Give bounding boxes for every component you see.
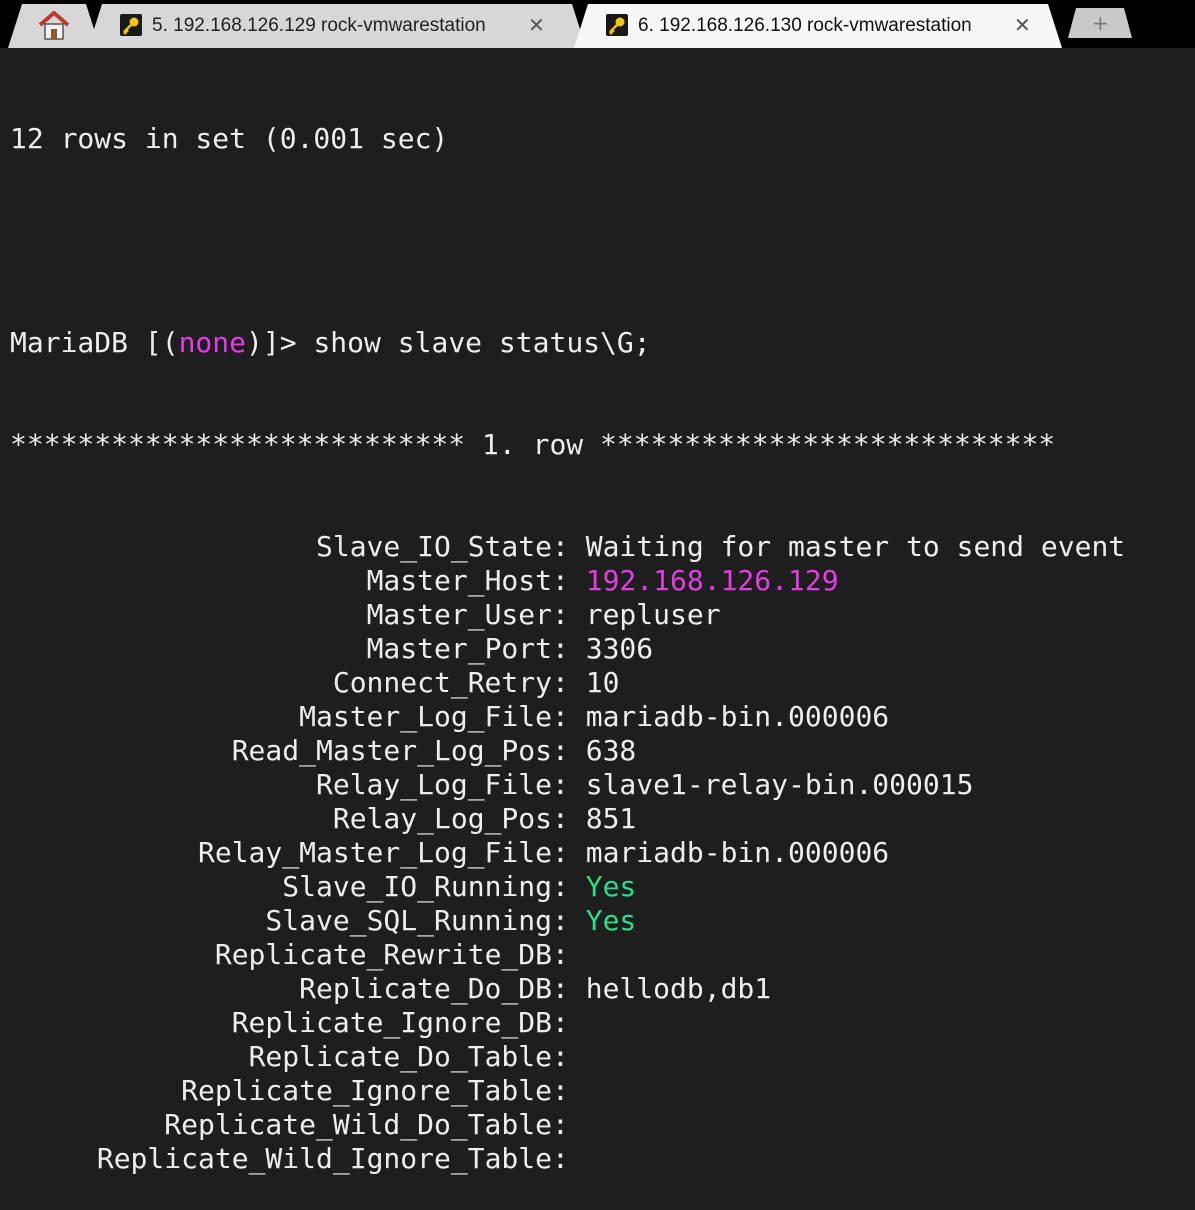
field-value: repluser bbox=[585, 598, 721, 631]
row-header: *************************** 1. row *****… bbox=[10, 428, 1056, 461]
field-separator: : bbox=[552, 1040, 586, 1073]
tab-label: 5. 192.168.126.129 rock-vmwarestation bbox=[152, 15, 486, 36]
tab-home[interactable] bbox=[8, 4, 100, 48]
field-name: Slave_IO_State bbox=[315, 530, 552, 563]
field-value: 3306 bbox=[585, 632, 654, 665]
field-value: slave1-relay-bin.000015 bbox=[585, 768, 974, 801]
status-field-row: Slave_IO_State: Waiting for master to se… bbox=[10, 530, 1125, 564]
field-value: mariadb-bin.000006 bbox=[585, 836, 890, 869]
field-separator: : bbox=[552, 972, 586, 1005]
field-name: Master_Host bbox=[366, 564, 552, 597]
close-icon[interactable]: ✕ bbox=[528, 12, 545, 38]
field-name: Relay_Log_Pos bbox=[332, 802, 552, 835]
field-value: Yes bbox=[585, 870, 637, 903]
status-field-row: Replicate_Rewrite_DB: bbox=[10, 938, 1125, 972]
status-field-row: Relay_Master_Log_File: mariadb-bin.00000… bbox=[10, 836, 1125, 870]
field-name: Relay_Master_Log_File bbox=[197, 836, 552, 869]
field-value: 10 bbox=[585, 666, 620, 699]
field-name: Replicate_Wild_Do_Table bbox=[164, 1108, 552, 1141]
status-field-row: Connect_Retry: 10 bbox=[10, 666, 1125, 700]
key-icon bbox=[606, 14, 628, 36]
status-field-row: Relay_Log_Pos: 851 bbox=[10, 802, 1125, 836]
field-name: Relay_Log_File bbox=[315, 768, 552, 801]
field-separator: : bbox=[552, 802, 586, 835]
field-separator: : bbox=[552, 666, 586, 699]
tab-label: 6. 192.168.126.130 rock-vmwarestation bbox=[638, 15, 972, 36]
field-value: 192.168.126.129 bbox=[585, 564, 839, 597]
terminal-output[interactable]: 12 rows in set (0.001 sec) MariaDB [(non… bbox=[10, 54, 1125, 1210]
field-separator: : bbox=[552, 938, 586, 971]
status-field-row: Replicate_Do_Table: bbox=[10, 1040, 1125, 1074]
field-name: Master_Log_File bbox=[299, 700, 552, 733]
field-value: mariadb-bin.000006 bbox=[585, 700, 890, 733]
field-name: Connect_Retry bbox=[332, 666, 552, 699]
field-value: 851 bbox=[585, 802, 637, 835]
status-field-row: Replicate_Wild_Ignore_Table: bbox=[10, 1142, 1125, 1176]
field-name: Replicate_Do_Table bbox=[248, 1040, 552, 1073]
field-name: Replicate_Ignore_Table bbox=[181, 1074, 552, 1107]
field-separator: : bbox=[552, 870, 586, 903]
status-field-row: Replicate_Ignore_Table: bbox=[10, 1074, 1125, 1108]
key-icon bbox=[120, 14, 142, 36]
field-separator: : bbox=[552, 1074, 586, 1107]
field-separator: : bbox=[552, 632, 586, 665]
field-name: Replicate_Ignore_DB bbox=[231, 1006, 552, 1039]
field-separator: : bbox=[552, 530, 586, 563]
command-text: show slave status\G; bbox=[313, 326, 651, 359]
field-value: Yes bbox=[585, 904, 637, 937]
new-tab-button[interactable]: + bbox=[1068, 8, 1132, 38]
status-field-row: Read_Master_Log_Pos: 638 bbox=[10, 734, 1125, 768]
close-icon[interactable]: ✕ bbox=[1014, 12, 1031, 38]
field-separator: : bbox=[552, 1006, 586, 1039]
status-field-row: Slave_SQL_Running: Yes bbox=[10, 904, 1125, 938]
status-field-row: Replicate_Wild_Do_Table: bbox=[10, 1108, 1125, 1142]
status-field-row: Master_Log_File: mariadb-bin.000006 bbox=[10, 700, 1125, 734]
field-name: Master_Port bbox=[366, 632, 552, 665]
status-field-row: Master_Host: 192.168.126.129 bbox=[10, 564, 1125, 598]
field-value: hellodb,db1 bbox=[585, 972, 772, 1005]
field-separator: : bbox=[552, 700, 586, 733]
field-name: Replicate_Wild_Ignore_Table bbox=[96, 1142, 552, 1175]
field-value: Waiting for master to send event bbox=[585, 530, 1126, 563]
terminal-line: 12 rows in set (0.001 sec) bbox=[10, 122, 449, 155]
status-field-row: Master_User: repluser bbox=[10, 598, 1125, 632]
field-name: Read_Master_Log_Pos bbox=[231, 734, 552, 767]
field-name: Master_User bbox=[366, 598, 552, 631]
field-separator: : bbox=[552, 836, 586, 869]
prompt-database: none bbox=[178, 326, 247, 359]
status-field-row: Relay_Log_File: slave1-relay-bin.000015 bbox=[10, 768, 1125, 802]
field-separator: : bbox=[552, 768, 586, 801]
field-separator: : bbox=[552, 1142, 586, 1175]
tab-bar: 5. 192.168.126.129 rock-vmwarestation ✕ … bbox=[0, 0, 1195, 48]
prompt-prefix: MariaDB [( bbox=[10, 326, 179, 359]
field-separator: : bbox=[552, 734, 586, 767]
field-name: Slave_IO_Running bbox=[282, 870, 552, 903]
home-icon bbox=[36, 8, 72, 46]
tab-session-6[interactable]: 6. 192.168.126.130 rock-vmwarestation ✕ bbox=[574, 4, 1062, 48]
field-name: Slave_SQL_Running bbox=[265, 904, 552, 937]
status-field-row: Replicate_Ignore_DB: bbox=[10, 1006, 1125, 1040]
status-field-row: Master_Port: 3306 bbox=[10, 632, 1125, 666]
field-separator: : bbox=[552, 598, 586, 631]
plus-icon: + bbox=[1092, 11, 1109, 35]
terminal-prompt-line: MariaDB [(none)]> show slave status\G; bbox=[10, 326, 1125, 360]
field-value: 638 bbox=[585, 734, 637, 767]
prompt-suffix: )]> bbox=[246, 326, 314, 359]
tab-session-5[interactable]: 5. 192.168.126.129 rock-vmwarestation ✕ bbox=[88, 4, 586, 48]
field-name: Replicate_Rewrite_DB bbox=[214, 938, 552, 971]
field-separator: : bbox=[552, 1108, 586, 1141]
status-field-list: Slave_IO_State: Waiting for master to se… bbox=[10, 530, 1125, 1176]
status-field-row: Replicate_Do_DB: hellodb,db1 bbox=[10, 972, 1125, 1006]
field-separator: : bbox=[552, 904, 586, 937]
field-name: Replicate_Do_DB bbox=[299, 972, 552, 1005]
field-separator: : bbox=[552, 564, 586, 597]
status-field-row: Slave_IO_Running: Yes bbox=[10, 870, 1125, 904]
